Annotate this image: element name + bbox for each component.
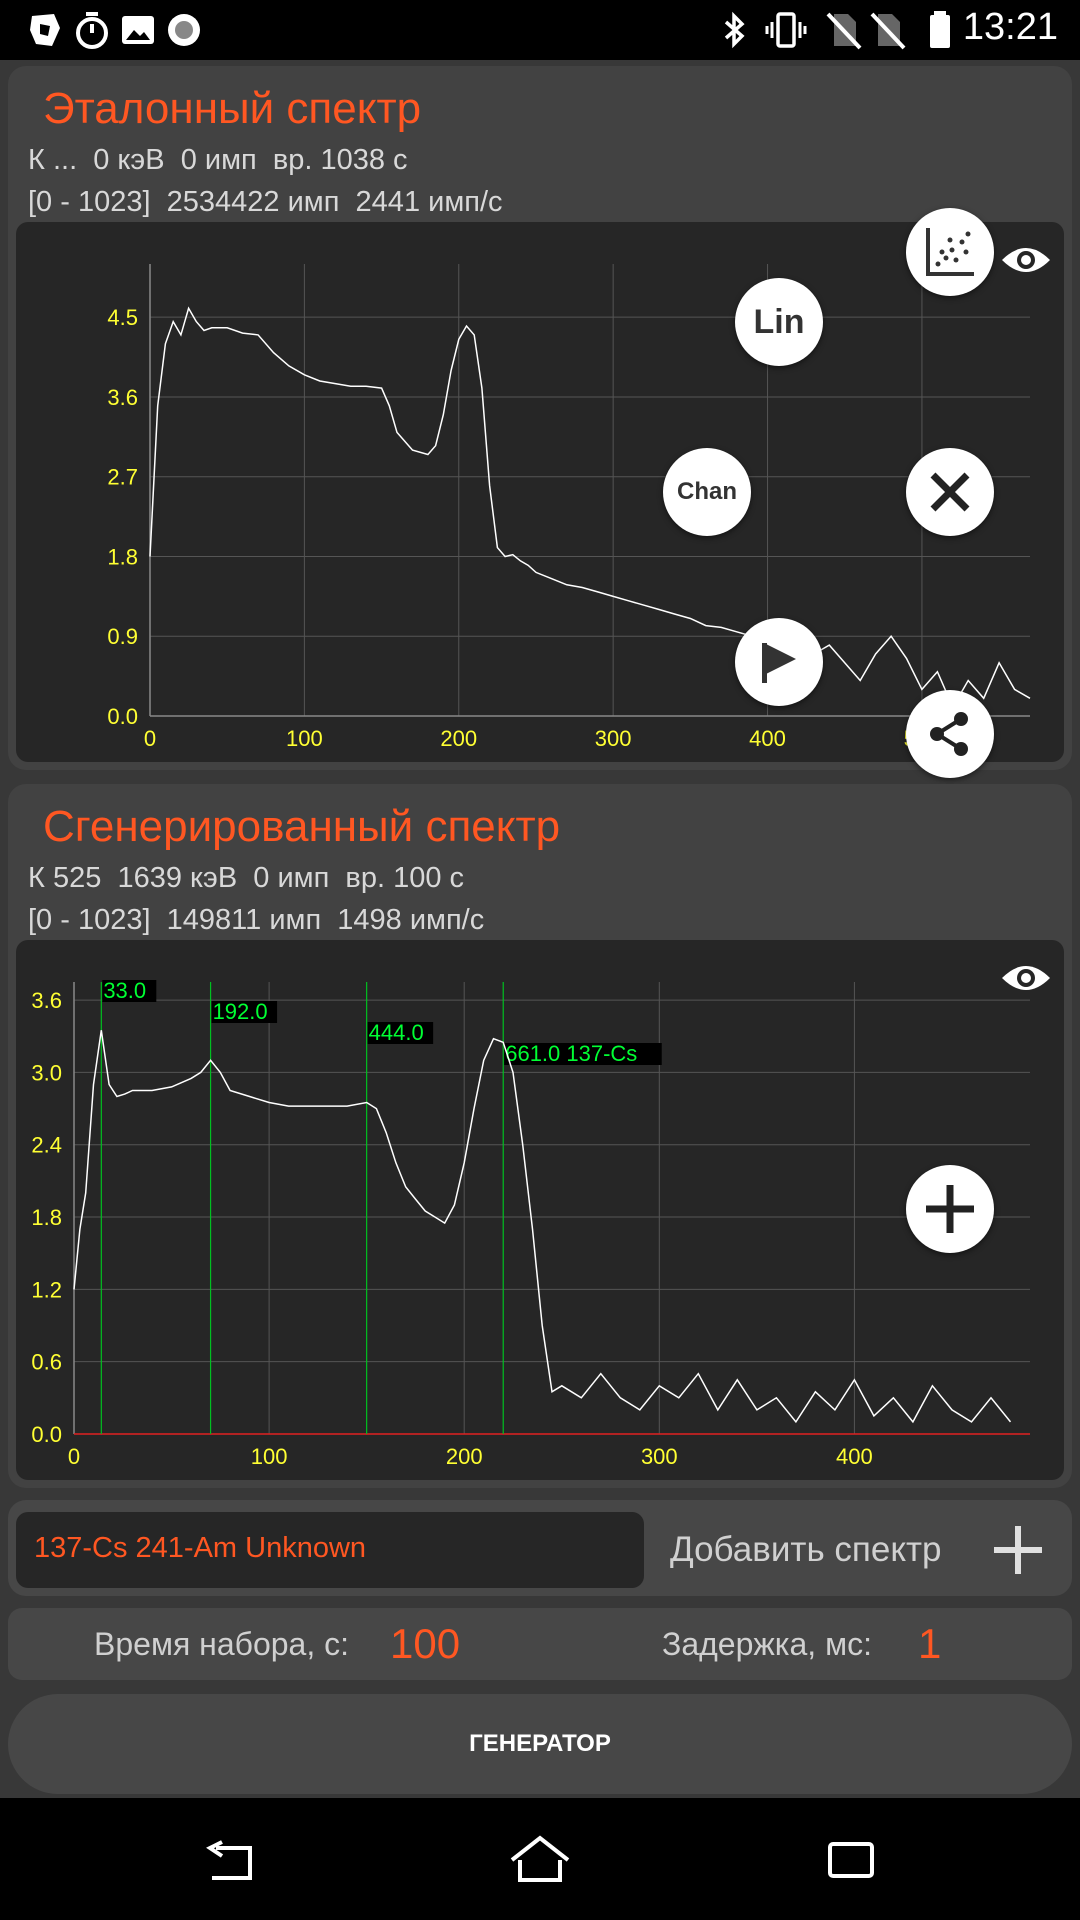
y-tick-label: 3.6	[107, 385, 138, 410]
y-tick-label: 3.0	[31, 1060, 62, 1085]
reference-info-line2: [0 - 1023] 2534422 имп 2441 имп/с	[28, 186, 503, 218]
add-spectrum-label[interactable]: Добавить спектр	[670, 1530, 942, 1570]
battery-icon	[930, 11, 950, 48]
share-icon	[930, 712, 968, 756]
y-tick-label: 0.0	[31, 1422, 62, 1447]
plus-icon	[926, 1185, 974, 1233]
y-tick-label: 0.6	[31, 1350, 62, 1375]
delay-value[interactable]: 1	[918, 1620, 941, 1668]
x-tick-label: 300	[641, 1444, 678, 1469]
spectrum-line	[73, 1030, 1012, 1424]
bluetooth-icon	[724, 11, 745, 49]
peak-marker-label: 444.0	[369, 1020, 424, 1045]
timer-icon	[76, 12, 108, 49]
x-tick-label: 0	[144, 726, 156, 751]
home-icon[interactable]	[508, 1834, 572, 1886]
plus-icon[interactable]	[988, 1520, 1048, 1580]
generated-info-line2: [0 - 1023] 149811 имп 1498 имп/с	[28, 904, 485, 936]
eye-icon[interactable]	[1000, 240, 1052, 280]
y-tick-label: 3.6	[31, 988, 62, 1013]
peak-marker-label: 661.0 137-Cs	[505, 1041, 637, 1066]
x-tick-label: 0	[68, 1444, 80, 1469]
delay-label: Задержка, мс:	[662, 1626, 872, 1662]
y-tick-label: 0.9	[107, 624, 138, 649]
flag-icon	[762, 643, 796, 683]
y-tick-label: 0.0	[107, 704, 138, 729]
isotopes-input[interactable]: 137-Cs 241-Am Unknown	[16, 1512, 644, 1588]
x-tick-label: 300	[595, 726, 632, 751]
eye-icon[interactable]	[1000, 958, 1052, 998]
close-icon	[930, 472, 970, 512]
share-button[interactable]	[906, 690, 994, 778]
spectrum-line	[149, 306, 1031, 709]
vibrate-icon	[765, 12, 807, 48]
reference-title: Эталонный спектр	[43, 84, 422, 133]
x-tick-label: 400	[749, 726, 786, 751]
x-tick-label: 200	[446, 1444, 483, 1469]
isotopes-value: 137-Cs 241-Am Unknown	[34, 1532, 367, 1564]
peak-marker-label: 33.0	[103, 978, 146, 1003]
back-icon[interactable]	[202, 1840, 258, 1884]
reference-info-line1: К ... 0 кэВ 0 имп вр. 1038 с	[28, 144, 408, 176]
generated-spectrum-card: Сгенерированный спектр К 525 1639 кэВ 0 …	[8, 784, 1072, 1488]
generator-button[interactable]: ГЕНЕРАТОР	[8, 1694, 1072, 1794]
acquisition-time-label: Время набора, с:	[94, 1626, 350, 1662]
generated-title: Сгенерированный спектр	[43, 802, 561, 851]
x-tick-label: 200	[440, 726, 477, 751]
y-tick-label: 2.4	[31, 1133, 62, 1158]
close-button[interactable]	[906, 448, 994, 536]
no-sim-icon	[826, 12, 862, 50]
y-tick-label: 4.5	[107, 305, 138, 330]
status-bar: 13:21	[0, 0, 1080, 60]
scatter-plot-icon	[926, 228, 974, 276]
acquisition-settings-row: Время набора, с: 100 Задержка, мс: 1	[8, 1608, 1072, 1680]
reference-spectrum-card: Эталонный спектр К ... 0 кэВ 0 имп вр. 1…	[8, 66, 1072, 770]
add-marker-button[interactable]	[906, 1165, 994, 1253]
x-tick-label: 400	[836, 1444, 873, 1469]
y-tick-label: 1.2	[31, 1277, 62, 1302]
lin-scale-button[interactable]: Lin	[735, 278, 823, 366]
recents-icon[interactable]	[826, 1840, 876, 1882]
record-icon	[168, 14, 200, 46]
flag-button[interactable]	[735, 618, 823, 706]
x-tick-label: 100	[251, 1444, 288, 1469]
scatter-mode-button[interactable]	[906, 208, 994, 296]
status-time: 13:21	[962, 6, 1058, 48]
chan-units-button[interactable]: Chan	[663, 448, 751, 536]
navigation-bar	[0, 1798, 1080, 1920]
y-tick-label: 1.8	[31, 1205, 62, 1230]
peak-marker-label: 192.0	[213, 999, 268, 1024]
y-tick-label: 1.8	[107, 544, 138, 569]
acquisition-time-value[interactable]: 100	[390, 1620, 460, 1668]
x-tick-label: 100	[286, 726, 323, 751]
generated-info-line1: К 525 1639 кэВ 0 имп вр. 100 с	[28, 862, 465, 894]
image-icon	[122, 16, 154, 44]
no-sim-icon	[870, 12, 906, 50]
app-logo-icon	[30, 14, 60, 46]
y-tick-label: 2.7	[107, 465, 138, 490]
